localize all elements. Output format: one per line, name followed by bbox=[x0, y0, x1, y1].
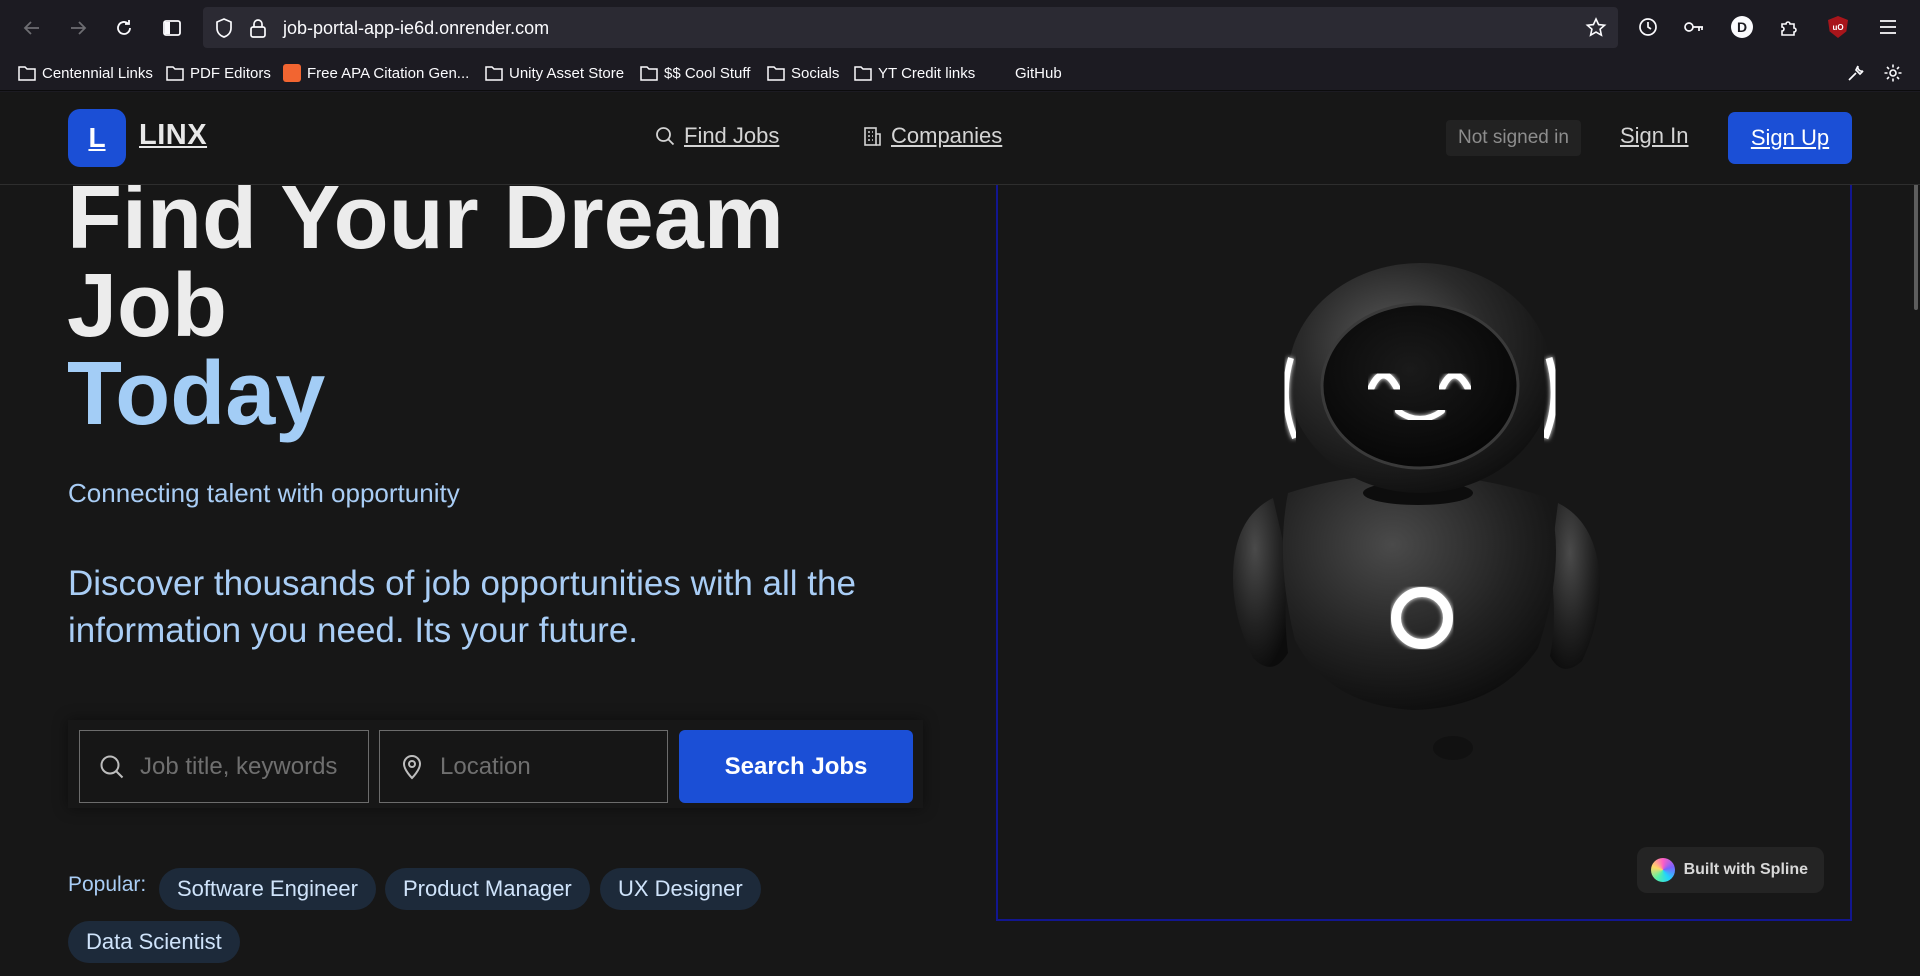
hero-title-line-1: Find Your Dream bbox=[67, 168, 784, 268]
spline-badge-label: Built with Spline bbox=[1683, 861, 1808, 878]
popular-label: Popular: bbox=[68, 873, 147, 896]
bookmark-github[interactable]: GitHub bbox=[1015, 62, 1062, 84]
spline-3d-scene[interactable]: Built with Spline bbox=[996, 146, 1852, 921]
ublock-icon: uO bbox=[1828, 16, 1848, 38]
url-text[interactable]: job-portal-app-ie6d.onrender.com bbox=[283, 18, 549, 39]
extensions-button[interactable] bbox=[1774, 12, 1804, 42]
location-field[interactable] bbox=[379, 730, 668, 803]
profile-button[interactable]: D bbox=[1727, 12, 1757, 42]
sidebar-icon bbox=[163, 20, 181, 36]
spline-logo-icon bbox=[1650, 858, 1675, 882]
settings-button[interactable] bbox=[1880, 60, 1906, 86]
bookmark-folder-cool-stuff[interactable]: $$ Cool Stuff bbox=[640, 62, 750, 84]
browser-toolbar: job-portal-app-ie6d.onrender.com D uO bbox=[0, 0, 1920, 55]
job-search-form: Search Jobs bbox=[68, 720, 923, 808]
bookmark-label: PDF Editors bbox=[190, 64, 271, 82]
app-menu-button[interactable] bbox=[1873, 12, 1903, 42]
web-page: L LINX Find Jobs Companies Not signed in… bbox=[0, 92, 1920, 976]
devtools-button[interactable] bbox=[1843, 60, 1869, 86]
popular-tag-software-engineer[interactable]: Software Engineer bbox=[159, 868, 376, 910]
popular-tag-data-scientist[interactable]: Data Scientist bbox=[68, 921, 240, 963]
ublock-extension-button[interactable]: uO bbox=[1823, 12, 1853, 42]
popular-tag-ux-designer[interactable]: UX Designer bbox=[600, 868, 761, 910]
bookmark-label: Centennial Links bbox=[42, 64, 153, 82]
folder-icon bbox=[485, 66, 503, 81]
robot-illustration bbox=[1233, 263, 1600, 760]
bookmark-label: YT Credit links bbox=[878, 64, 976, 82]
folder-icon bbox=[854, 66, 872, 81]
arrow-left-icon bbox=[23, 21, 39, 35]
map-pin-icon bbox=[402, 754, 422, 779]
nav-companies-label: Companies bbox=[891, 123, 1003, 148]
folder-icon bbox=[767, 66, 785, 81]
shield-icon[interactable] bbox=[213, 17, 235, 39]
bookmark-label: Free APA Citation Gen... bbox=[307, 64, 470, 82]
reload-icon bbox=[117, 20, 131, 35]
bookmark-folder-centennial[interactable]: Centennial Links bbox=[18, 62, 153, 84]
location-input[interactable] bbox=[440, 752, 640, 781]
nav-find-jobs[interactable]: Find Jobs bbox=[654, 123, 779, 149]
hamburger-menu-icon bbox=[1880, 20, 1896, 34]
bookmark-folder-pdf-editors[interactable]: PDF Editors bbox=[166, 62, 271, 84]
wrench-icon bbox=[1848, 65, 1864, 81]
nav-find-jobs-label: Find Jobs bbox=[684, 123, 780, 148]
site-header: L LINX Find Jobs Companies Not signed in… bbox=[0, 92, 1920, 185]
bookmark-label: GitHub bbox=[1015, 64, 1062, 82]
folder-icon bbox=[18, 66, 36, 81]
arrow-right-icon bbox=[71, 21, 87, 35]
sidebar-toggle-button[interactable] bbox=[156, 12, 188, 44]
hero-title-line-3: Today bbox=[67, 344, 326, 444]
bookmark-label: Unity Asset Store bbox=[509, 64, 625, 82]
reload-button[interactable] bbox=[108, 12, 140, 44]
bookmarks-toolbar: Centennial Links PDF Editors Free APA Ci… bbox=[0, 55, 1920, 91]
gear-icon bbox=[1884, 64, 1902, 82]
forward-button[interactable] bbox=[62, 12, 94, 44]
bookmark-label: Socials bbox=[791, 64, 840, 82]
history-button[interactable] bbox=[1633, 12, 1663, 42]
logo-text[interactable]: LINX bbox=[139, 119, 207, 152]
nav-companies[interactable]: Companies bbox=[861, 123, 1002, 149]
folder-icon bbox=[166, 66, 184, 81]
building-icon bbox=[864, 127, 881, 146]
built-with-spline-badge[interactable]: Built with Spline bbox=[1636, 847, 1824, 893]
search-icon bbox=[100, 755, 124, 778]
sign-up-button[interactable]: Sign Up bbox=[1728, 112, 1852, 164]
auth-status-badge: Not signed in bbox=[1446, 120, 1581, 156]
keywords-input[interactable] bbox=[140, 752, 340, 781]
search-icon bbox=[656, 127, 675, 146]
bookmark-star-icon[interactable] bbox=[1584, 16, 1608, 40]
bookmark-folder-yt-credit[interactable]: YT Credit links bbox=[854, 62, 975, 84]
logo-badge[interactable]: L bbox=[68, 109, 126, 167]
bookmark-apa-citation[interactable]: Free APA Citation Gen... bbox=[283, 62, 469, 84]
key-icon bbox=[1684, 22, 1703, 32]
popular-tag-product-manager[interactable]: Product Manager bbox=[385, 868, 590, 910]
lock-icon[interactable] bbox=[247, 17, 269, 39]
clock-icon bbox=[1639, 18, 1657, 36]
hero-title-line-2: Job bbox=[67, 256, 228, 356]
keywords-field[interactable] bbox=[79, 730, 369, 803]
puzzle-icon bbox=[1781, 21, 1797, 36]
apa-favicon-icon bbox=[283, 64, 301, 82]
hero-description: Discover thousands of job opportunities … bbox=[68, 564, 856, 650]
bookmark-folder-unity[interactable]: Unity Asset Store bbox=[485, 62, 624, 84]
hero-title: Find Your Dream Job Today bbox=[67, 168, 917, 444]
back-button[interactable] bbox=[16, 12, 48, 44]
bookmark-label: $$ Cool Stuff bbox=[664, 64, 751, 82]
sign-in-link[interactable]: Sign In bbox=[1620, 123, 1689, 149]
search-jobs-button[interactable]: Search Jobs bbox=[679, 730, 913, 803]
profile-avatar: D bbox=[1731, 16, 1753, 38]
bookmark-folder-socials[interactable]: Socials bbox=[767, 62, 839, 84]
folder-icon bbox=[640, 66, 658, 81]
address-bar[interactable]: job-portal-app-ie6d.onrender.com bbox=[203, 7, 1618, 48]
hero-tagline: Connecting talent with opportunity bbox=[68, 478, 460, 508]
passwords-button[interactable] bbox=[1679, 12, 1709, 42]
